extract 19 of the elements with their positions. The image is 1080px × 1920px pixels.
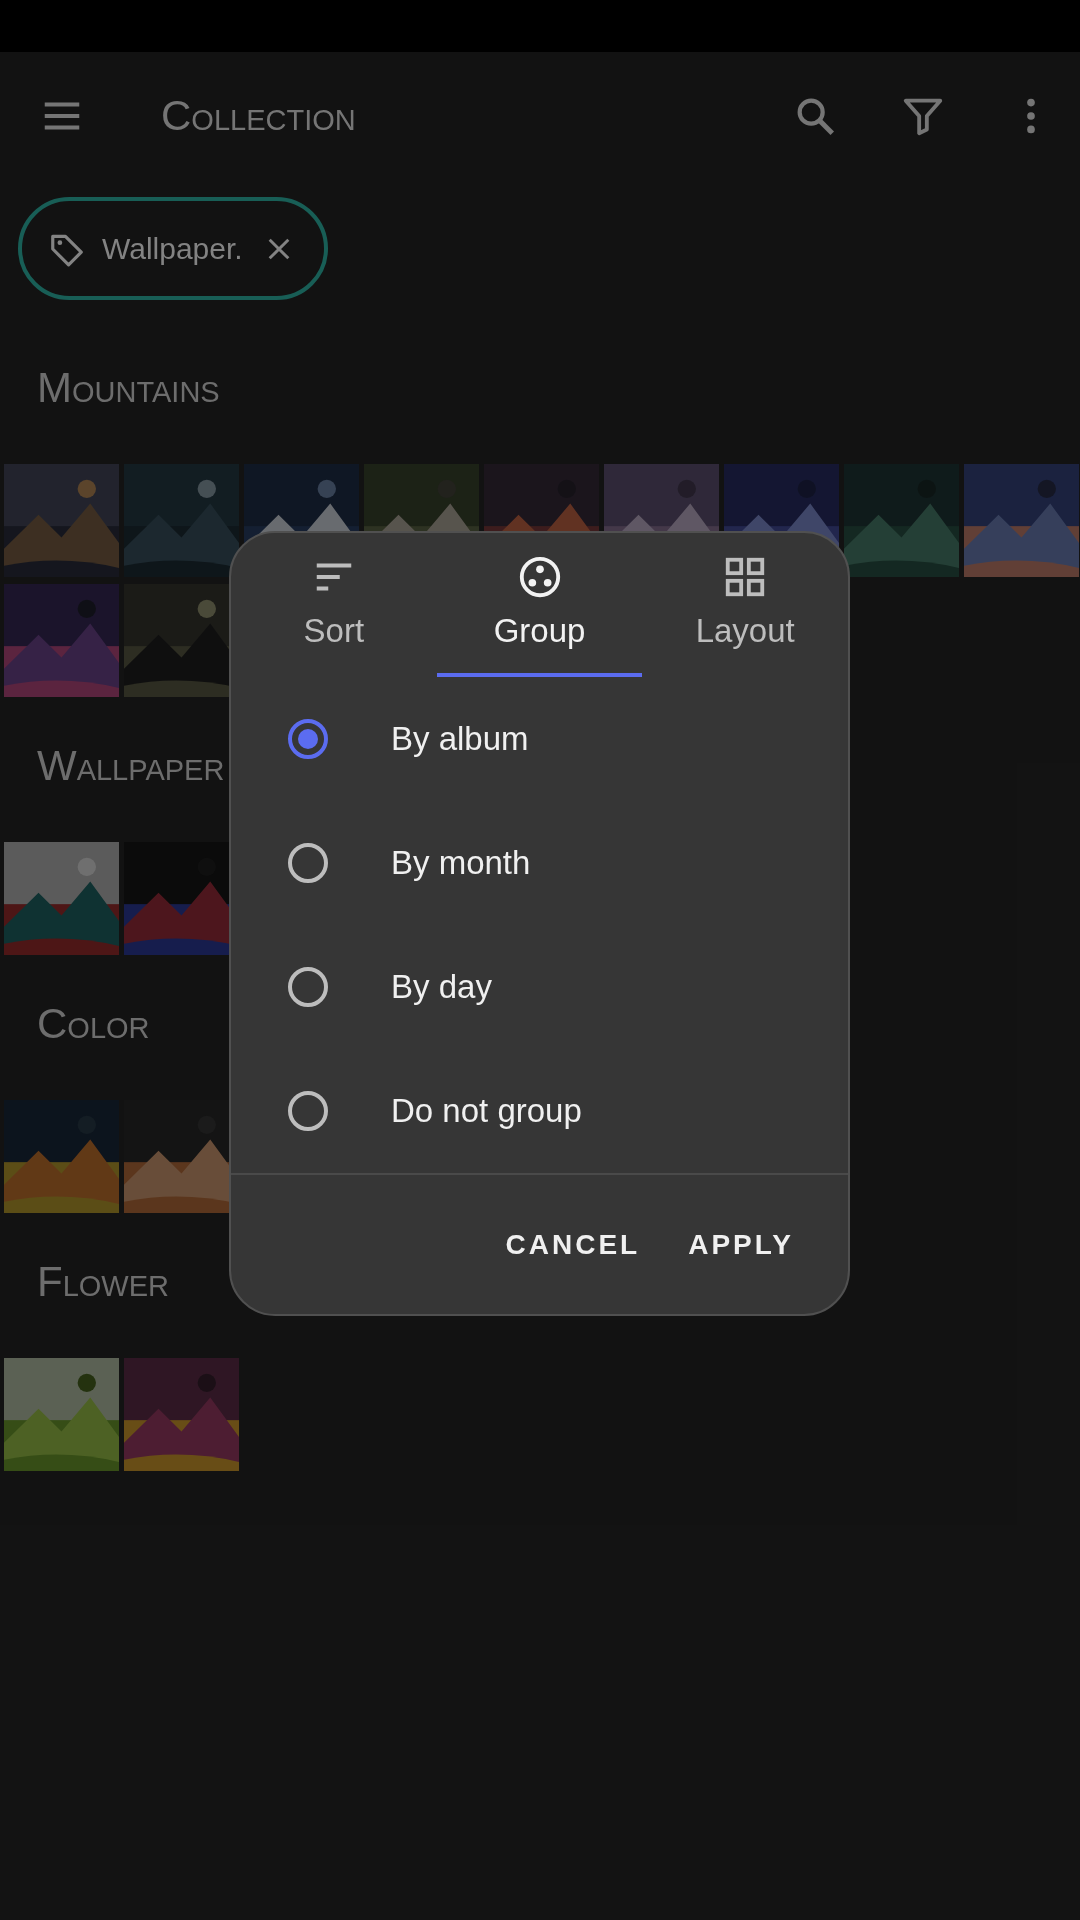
section-heading: Mountains <box>37 364 220 411</box>
section-heading: Color <box>37 1000 150 1047</box>
tab[interactable]: Sort <box>231 533 437 677</box>
section-heading: Wallpaper <box>37 742 225 789</box>
radio-button[interactable] <box>288 719 328 759</box>
radio-button[interactable] <box>288 1091 328 1131</box>
section-heading: Flower <box>37 1258 169 1305</box>
apply-button[interactable]: APPLY <box>674 1216 808 1273</box>
radio-button[interactable] <box>288 967 328 1007</box>
filter-chip[interactable]: Wallpaper. <box>18 197 328 300</box>
option-label: Do not group <box>391 1092 582 1130</box>
cancel-button[interactable]: CANCEL <box>491 1216 655 1273</box>
option-label: By day <box>391 968 492 1006</box>
radio-button[interactable] <box>288 843 328 883</box>
option-label: By month <box>391 844 531 882</box>
option-label: By album <box>391 720 529 758</box>
screen-title: Collection <box>161 92 357 140</box>
tab[interactable]: Layout <box>642 533 848 677</box>
tab[interactable]: Group <box>436 533 643 677</box>
